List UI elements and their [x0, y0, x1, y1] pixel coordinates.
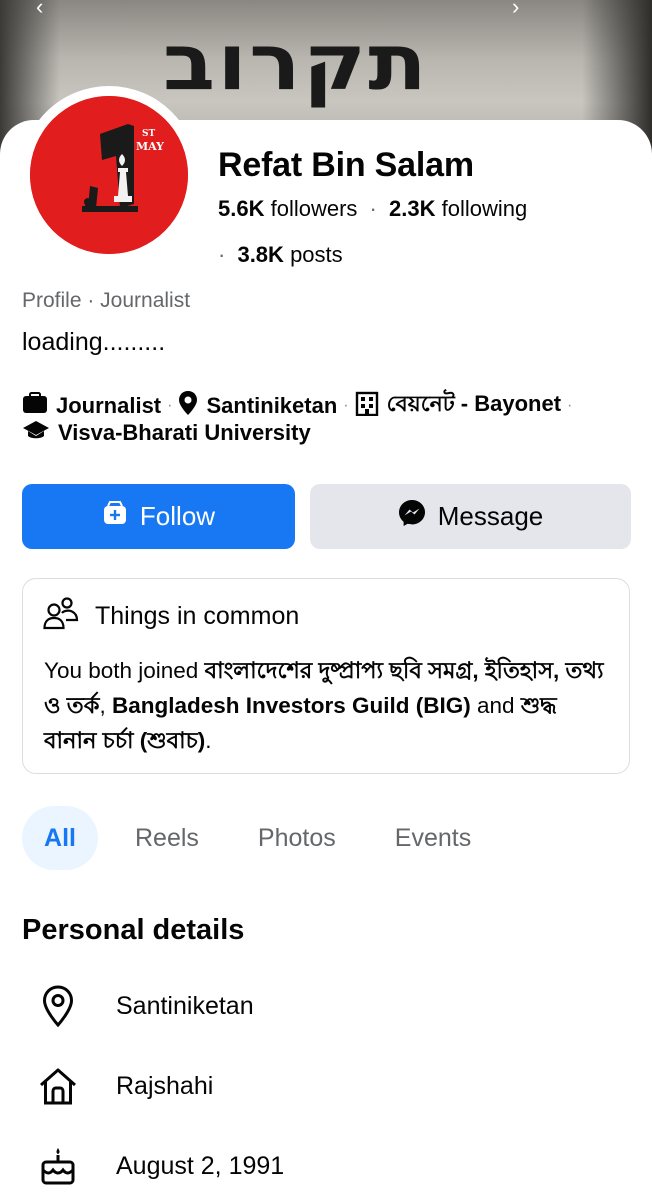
briefcase-icon	[22, 391, 48, 420]
message-label: Message	[437, 501, 544, 531]
intro-workplace[interactable]: বেয়নেট - Bayonet	[387, 387, 561, 424]
follow-label: Follow	[139, 501, 216, 531]
graduation-cap-icon	[22, 419, 50, 447]
messenger-icon	[398, 499, 426, 534]
posts-count: 3.8K	[237, 242, 284, 267]
chevron-left-icon[interactable]: ‹	[36, 0, 43, 20]
personal-details-title: Personal details	[22, 914, 245, 946]
intro-location: Santiniketan	[206, 392, 338, 418]
detail-birthday: August 2, 1991	[36, 1144, 284, 1188]
things-in-common-text: You both joined বাংলাদেশের দুষ্প্রাপ্য ছ…	[44, 653, 614, 758]
location-pin-icon	[178, 390, 198, 422]
chevron-right-icon[interactable]: ›	[512, 0, 519, 20]
profile-tabs: All Reels Photos Events	[22, 806, 471, 870]
people-icon	[43, 597, 79, 636]
detail-current-city: Santiniketan	[36, 984, 254, 1028]
followers-label[interactable]: followers	[271, 196, 358, 221]
common-suffix: .	[205, 728, 212, 753]
avatar[interactable]: ST MAY	[30, 96, 188, 254]
tab-reels[interactable]: Reels	[135, 806, 199, 870]
intro-education[interactable]: Visva-Bharati University	[58, 420, 311, 446]
intro-row: Visva-Bharati University	[22, 419, 311, 447]
profile-category: Profile · Journalist	[22, 289, 191, 312]
tab-all[interactable]: All	[22, 806, 98, 870]
follow-stats: 5.6K followers · 2.3K following	[218, 196, 527, 222]
avatar-badge-bottom: MAY	[136, 140, 164, 153]
detail-hometown-text: Rajshahi	[116, 1071, 214, 1100]
tab-photos[interactable]: Photos	[258, 806, 336, 870]
follow-icon	[102, 500, 128, 533]
common-prefix: You both joined	[44, 658, 205, 683]
common-group-2[interactable]: Bangladesh Investors Guild (BIG)	[112, 693, 471, 718]
detail-hometown: Rajshahi	[36, 1064, 213, 1108]
common-comma: ,	[99, 693, 112, 718]
location-pin-icon	[36, 984, 80, 1028]
following-label[interactable]: following	[442, 196, 528, 221]
profile-name: Refat Bin Salam	[218, 146, 474, 184]
tab-events[interactable]: Events	[395, 806, 471, 870]
avatar-badge-top: ST	[142, 129, 155, 139]
detail-current-city-text: Santiniketan	[116, 991, 254, 1020]
posts-label: posts	[290, 242, 343, 267]
birthday-cake-icon	[36, 1144, 80, 1188]
intro-job: Journalist	[56, 392, 162, 418]
profile-bio: loading.........	[22, 328, 166, 356]
avatar-may-day-art: ST MAY	[30, 96, 188, 254]
follow-button[interactable]: Follow	[22, 484, 295, 549]
following-count[interactable]: 2.3K	[389, 196, 435, 221]
stats-separator: ·	[218, 242, 226, 267]
common-and: and	[470, 693, 521, 718]
detail-birthday-text: August 2, 1991	[116, 1151, 285, 1180]
home-icon	[36, 1064, 80, 1108]
things-in-common-card[interactable]: Things in common You both joined বাংলাদে…	[22, 578, 630, 774]
cover-graffiti-text: תקרוב	[162, 18, 430, 108]
things-in-common-title: Things in common	[95, 602, 300, 630]
stats-separator: ·	[369, 196, 377, 221]
posts-stats: · 3.8K posts	[218, 242, 343, 268]
message-button[interactable]: Message	[310, 484, 631, 549]
followers-count[interactable]: 5.6K	[218, 196, 264, 221]
building-icon	[355, 390, 379, 422]
